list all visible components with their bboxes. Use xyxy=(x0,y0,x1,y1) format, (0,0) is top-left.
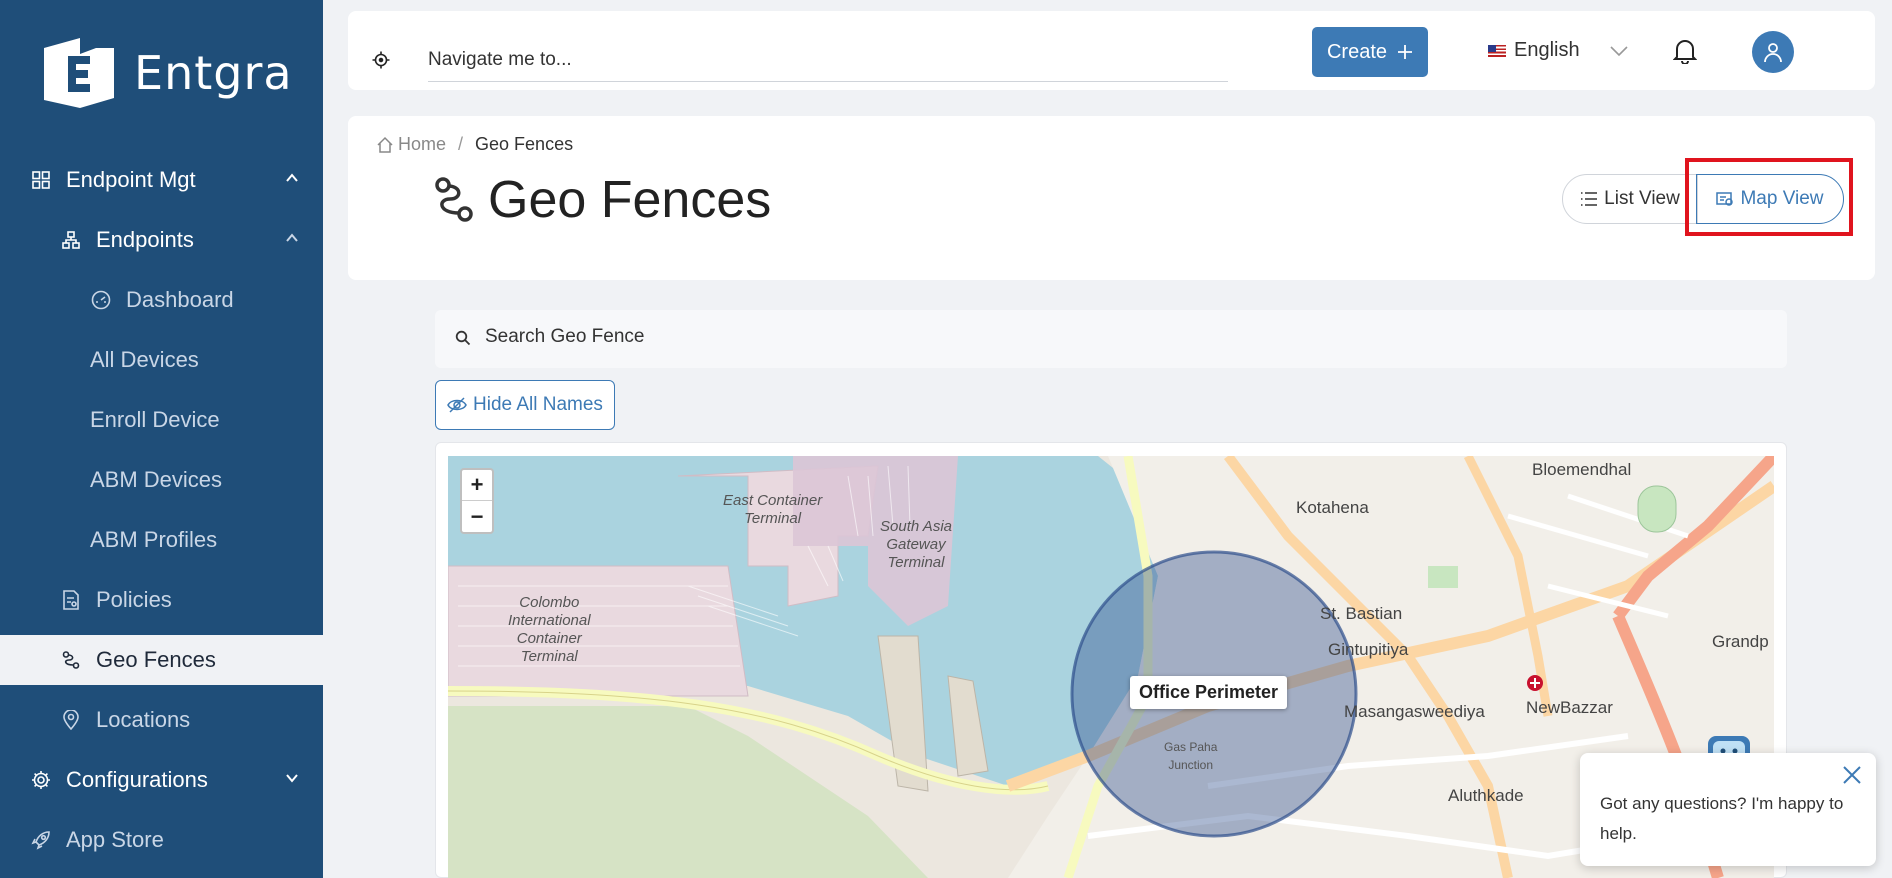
breadcrumb-separator: / xyxy=(458,134,464,154)
sidebar-item-abm-profiles[interactable]: ABM Profiles xyxy=(0,515,323,565)
list-view-label: List View xyxy=(1604,188,1680,209)
us-flag-icon xyxy=(1488,44,1506,57)
map-place-st-bastian: St. Bastian xyxy=(1320,604,1403,623)
map-place-gintupitiya: Gintupitiya xyxy=(1328,640,1409,659)
map-view-highlight xyxy=(1685,158,1853,236)
page-title-text: Geo Fences xyxy=(488,171,772,229)
sidebar-item-label: ABM Devices xyxy=(90,467,223,492)
chevron-up-icon xyxy=(286,173,298,182)
gauge-icon xyxy=(90,289,112,311)
avatar[interactable] xyxy=(1752,31,1794,73)
top-bar: Create English xyxy=(348,11,1875,90)
crosshair-icon xyxy=(372,51,390,69)
policy-document-icon xyxy=(60,589,82,611)
geo-fence-icon xyxy=(60,649,82,671)
map-place-grandp: Grandp xyxy=(1712,632,1769,651)
search-icon xyxy=(455,330,471,346)
user-icon xyxy=(1764,43,1782,63)
zoom-out-button[interactable]: − xyxy=(462,501,492,532)
entgra-logo-icon xyxy=(44,38,114,108)
geo-fence-label[interactable]: Office Perimeter xyxy=(1130,676,1288,709)
language-selector[interactable]: English xyxy=(1488,39,1628,62)
sidebar-item-label: Enroll Device xyxy=(90,407,220,432)
brand-name: Entgra xyxy=(134,46,293,100)
map-place-kotahena: Kotahena xyxy=(1296,498,1369,517)
sidebar-item-geo-fences[interactable]: Geo Fences xyxy=(0,635,323,685)
list-icon xyxy=(1581,192,1598,206)
sidebar-item-label: Dashboard xyxy=(126,287,234,312)
map-label-east-container: East Container Terminal xyxy=(723,492,823,527)
breadcrumb-home-link[interactable]: Home xyxy=(398,134,446,155)
navigate-input[interactable] xyxy=(428,43,1228,82)
bell-icon[interactable] xyxy=(1673,38,1697,64)
map-label-colombo: Colombo International Container Terminal xyxy=(508,594,591,665)
sidebar-item-label: Endpoint Mgt xyxy=(66,167,196,192)
sidebar-item-label: Geo Fences xyxy=(96,647,216,672)
chevron-down-icon xyxy=(286,774,298,783)
hierarchy-icon xyxy=(60,229,82,251)
sidebar-item-label: Policies xyxy=(96,587,172,612)
sidebar-item-policies[interactable]: Policies xyxy=(0,575,323,625)
map-tiles xyxy=(448,456,1774,878)
map[interactable]: East Container Terminal South Asia Gateway… xyxy=(448,456,1774,878)
location-pin-icon xyxy=(60,709,82,731)
sidebar-item-label: Configurations xyxy=(66,767,208,792)
close-icon[interactable] xyxy=(1842,765,1862,785)
gear-icon xyxy=(30,769,52,791)
sidebar-item-label: Locations xyxy=(96,707,191,732)
hide-all-names-label: Hide All Names xyxy=(473,394,603,415)
map-place-newbazzar: NewBazzar xyxy=(1526,698,1613,717)
zoom-in-button[interactable]: + xyxy=(462,470,492,501)
map-place-masangasweediya: Masangasweediya xyxy=(1344,702,1485,721)
hide-all-names-button[interactable]: Hide All Names xyxy=(435,380,615,430)
map-label-gas-paha: Gas Paha Junction xyxy=(1164,740,1218,772)
brand-logo[interactable]: Entgra xyxy=(34,34,293,112)
language-label: English xyxy=(1514,39,1580,61)
grid-icon xyxy=(30,169,52,191)
navigate-search xyxy=(372,37,1238,83)
sidebar-item-label: App Store xyxy=(66,827,164,852)
sidebar-item-label: All Devices xyxy=(90,347,199,372)
sidebar-item-app-store[interactable]: App Store xyxy=(0,815,323,865)
sidebar: Entgra Endpoint Mgt Endpoints Dashboard … xyxy=(0,0,323,878)
chat-message: Got any questions? I'm happy to help. xyxy=(1600,794,1844,843)
eye-slash-icon xyxy=(447,397,467,413)
geo-fence-search xyxy=(435,310,1787,368)
home-icon xyxy=(377,136,393,153)
sidebar-item-all-devices[interactable]: All Devices xyxy=(0,335,323,385)
chevron-up-icon xyxy=(286,233,298,242)
sidebar-item-endpoint-mgt[interactable]: Endpoint Mgt xyxy=(0,155,323,205)
list-view-button[interactable]: List View xyxy=(1562,174,1698,224)
geo-fence-search-input[interactable] xyxy=(485,326,1685,348)
geo-fence-icon xyxy=(435,177,473,222)
sidebar-item-locations[interactable]: Locations xyxy=(0,695,323,745)
sidebar-item-label: ABM Profiles xyxy=(90,527,218,552)
page-title: Geo Fences xyxy=(434,170,771,230)
zoom-control: + − xyxy=(460,468,494,534)
chat-popup: Got any questions? I'm happy to help. xyxy=(1580,753,1876,866)
plus-icon xyxy=(1398,45,1413,59)
map-place-bloemendhal: Bloemendhal xyxy=(1532,460,1632,479)
sidebar-item-endpoints[interactable]: Endpoints xyxy=(0,215,323,265)
chevron-down-icon xyxy=(1610,45,1628,56)
sidebar-item-label: Endpoints xyxy=(96,227,194,252)
map-label-south-asia: South Asia Gateway Terminal xyxy=(880,518,952,571)
rocket-icon xyxy=(30,829,52,851)
breadcrumb-current: Geo Fences xyxy=(475,134,574,154)
sidebar-item-enroll-device[interactable]: Enroll Device xyxy=(0,395,323,445)
sidebar-item-dashboard[interactable]: Dashboard xyxy=(0,275,323,325)
breadcrumb: Home / Geo Fences xyxy=(376,134,573,155)
create-button-label: Create xyxy=(1326,40,1388,63)
page-header: Home / Geo Fences Geo Fences List View M… xyxy=(348,116,1875,280)
sidebar-item-abm-devices[interactable]: ABM Devices xyxy=(0,455,323,505)
map-place-aluthkade: Aluthkade xyxy=(1448,786,1524,805)
create-button[interactable]: Create xyxy=(1312,27,1428,77)
sidebar-item-configurations[interactable]: Configurations xyxy=(0,755,323,805)
